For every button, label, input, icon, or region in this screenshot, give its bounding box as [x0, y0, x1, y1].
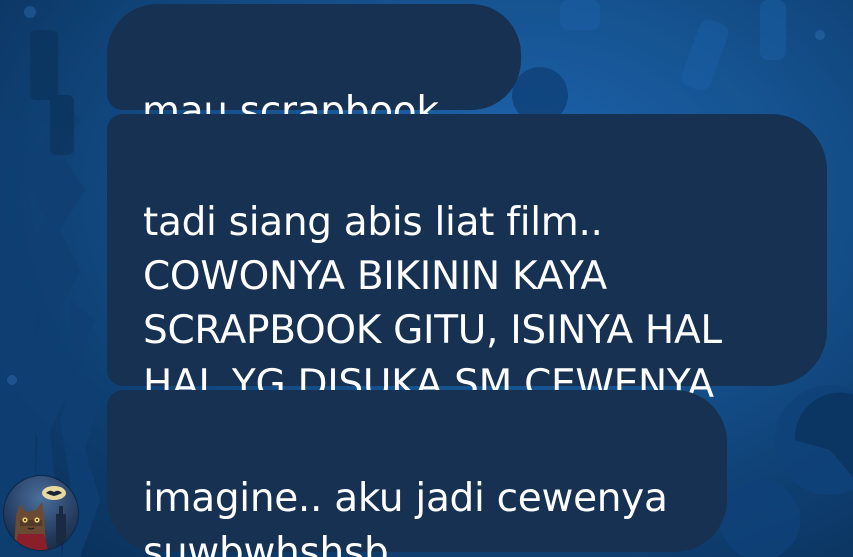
message-text: tadi siang abis liat film.. COWONYA BIKI… — [143, 200, 722, 407]
cat-avatar-icon[interactable] — [4, 476, 78, 550]
message-text: imagine.. aku jadi cewenya suwbwhshsb — [143, 476, 668, 557]
message-bubble[interactable]: tadi siang abis liat film.. COWONYA BIKI… — [107, 114, 827, 407]
message-bubble[interactable]: imagine.. aku jadi cewenya suwbwhshsb — [107, 390, 727, 557]
message-bubble[interactable]: mau scrapbook... — [107, 4, 521, 134]
